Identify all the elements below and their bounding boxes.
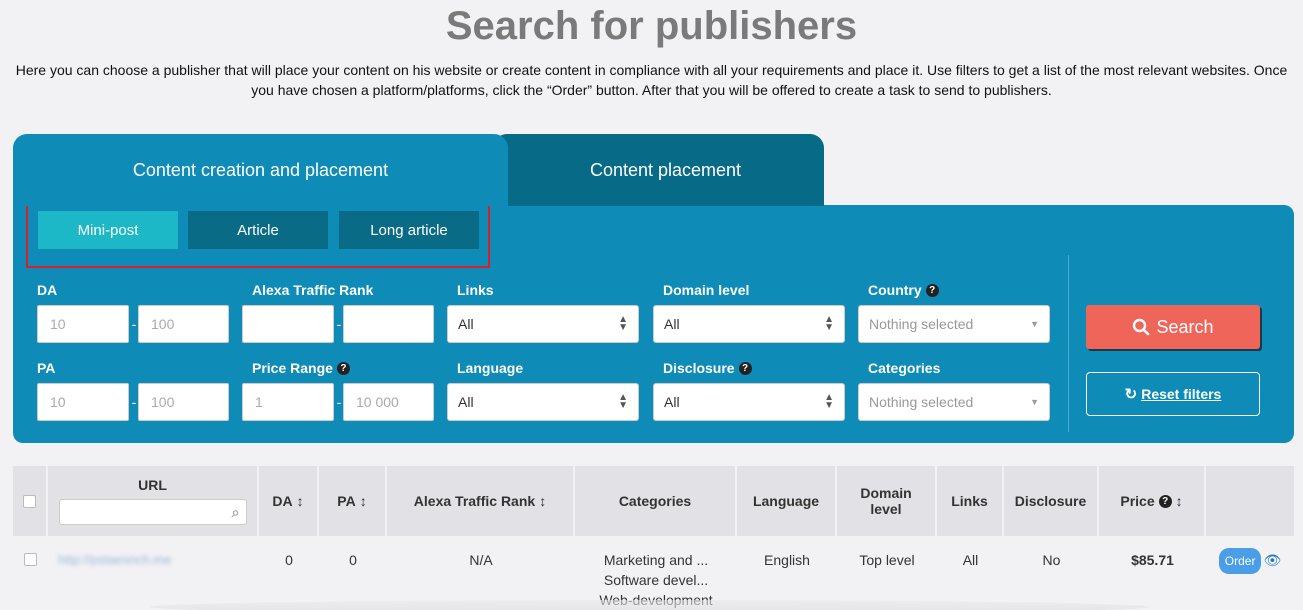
price-min-input[interactable]: 1 — [242, 383, 334, 421]
row-checkbox-cell — [24, 553, 37, 566]
pa-label: PA — [37, 360, 56, 376]
domain-level-column-header: Domain level — [837, 466, 937, 536]
alexa-label: Alexa Traffic Rank — [252, 282, 374, 298]
search-icon: ⌕ — [231, 504, 240, 520]
language-select[interactable]: All ▲ ▼ — [447, 383, 639, 421]
sort-arrows-icon: ↕ — [1175, 493, 1183, 509]
price-column-header[interactable]: Price ? ↕ — [1099, 466, 1206, 536]
pa-min-input[interactable]: 10 — [37, 383, 129, 421]
tab-content-creation-label: Content creation and placement — [132, 159, 389, 180]
row-pa: 0 — [349, 552, 357, 568]
pa-column-header[interactable]: PA ↕ — [319, 466, 387, 536]
caret-down-icon: ▼ — [1030, 319, 1039, 329]
question-circle-icon[interactable]: ? — [925, 283, 939, 297]
row-disclosure: No — [1042, 552, 1061, 568]
select-arrows-icon: ▲ ▼ — [824, 392, 834, 411]
row-actions: Order 👁 — [1206, 548, 1294, 574]
question-circle-icon[interactable]: ? — [738, 361, 752, 375]
panel-divider — [1068, 255, 1069, 432]
da-label: DA — [37, 282, 58, 298]
da-column-header[interactable]: DA ↕ — [259, 466, 319, 536]
categories-column-header: Categories — [575, 466, 737, 536]
country-label: Country? — [868, 282, 939, 298]
alexa-max-input[interactable] — [343, 305, 434, 343]
categories-select[interactable]: Nothing selected ▼ — [858, 383, 1050, 421]
long-article-button[interactable]: Long article — [339, 211, 479, 249]
select-arrows-icon: ▲ ▼ — [618, 392, 628, 411]
filter-panel: Mini-post Article Long article DA Alexa … — [13, 198, 1294, 443]
price-max-input[interactable]: 10 000 — [343, 383, 434, 421]
tab-content-placement-label: Content placement — [589, 159, 742, 180]
row-checkbox[interactable] — [24, 553, 37, 566]
url-search-input[interactable]: ⌕ — [58, 499, 247, 525]
mini-post-button[interactable]: Mini-post — [38, 211, 178, 249]
links-column-header: Links — [937, 466, 1004, 536]
sort-arrows-icon: ↕ — [296, 493, 304, 509]
da-min-input[interactable]: 10 — [37, 305, 129, 343]
search-button[interactable]: Search — [1086, 305, 1260, 349]
row-alexa: N/A — [469, 552, 493, 568]
page-intro: Here you can choose a publisher that wil… — [15, 62, 1288, 98]
magnifier-icon — [1133, 318, 1150, 336]
row-domain-level: Top level — [859, 552, 915, 568]
disclosure-select[interactable]: All ▲ ▼ — [653, 383, 845, 421]
scroll-shadow — [150, 600, 1150, 610]
question-circle-icon[interactable]: ? — [1158, 494, 1172, 508]
row-language: English — [764, 552, 810, 568]
pa-max-input[interactable]: 100 — [138, 383, 229, 421]
order-button[interactable]: Order — [1218, 548, 1262, 574]
alexa-min-input[interactable] — [242, 305, 334, 343]
url-column-header: URL ⌕ — [48, 466, 259, 536]
country-select[interactable]: Nothing selected ▼ — [858, 305, 1050, 343]
language-label: Language — [457, 360, 524, 376]
domain-level-label: Domain level — [663, 282, 750, 298]
select-arrows-icon: ▲ ▼ — [618, 314, 628, 333]
categories-label: Categories — [868, 360, 941, 376]
content-type-group: Mini-post Article Long article — [26, 198, 490, 268]
tab-content-placement[interactable]: Content placement — [493, 134, 824, 206]
language-column-header: Language — [737, 466, 837, 536]
refresh-icon: ↻ — [1124, 386, 1138, 403]
disclosure-label: Disclosure? — [663, 360, 752, 376]
tab-content-creation[interactable]: Content creation and placement — [13, 134, 508, 206]
article-button[interactable]: Article — [188, 211, 328, 249]
select-all-cell — [13, 466, 48, 536]
select-arrows-icon: ▲ ▼ — [824, 314, 834, 333]
question-circle-icon[interactable]: ? — [336, 361, 350, 375]
sort-arrows-icon: ↕ — [539, 493, 547, 509]
table-header: URL ⌕ DA ↕ PA ↕ Alexa Traffic Rank ↕ Catego… — [13, 466, 1294, 536]
sort-arrows-icon: ↕ — [359, 493, 367, 509]
price-range-label: Price Range? — [252, 360, 350, 376]
links-label: Links — [457, 282, 494, 298]
row-url-link[interactable]: http://pstaesnch.me — [58, 550, 248, 570]
row-da: 0 — [285, 552, 293, 568]
row-links: All — [962, 552, 979, 568]
alexa-column-header[interactable]: Alexa Traffic Rank ↕ — [387, 466, 575, 536]
caret-down-icon: ▼ — [1030, 397, 1039, 407]
links-select[interactable]: All ▲ ▼ — [447, 305, 639, 343]
page-title: Search for publishers — [445, 4, 858, 48]
row-price: $85.71 — [1131, 552, 1174, 568]
reset-filters-button[interactable]: ↻ Reset filters — [1086, 372, 1260, 416]
da-max-input[interactable]: 100 — [138, 305, 229, 343]
actions-column-header — [1206, 466, 1294, 536]
select-all-checkbox[interactable] — [23, 494, 36, 508]
domain-level-select[interactable]: All ▲ ▼ — [653, 305, 845, 343]
disclosure-column-header: Disclosure — [1004, 466, 1099, 536]
eye-icon[interactable]: 👁 — [1263, 550, 1281, 570]
